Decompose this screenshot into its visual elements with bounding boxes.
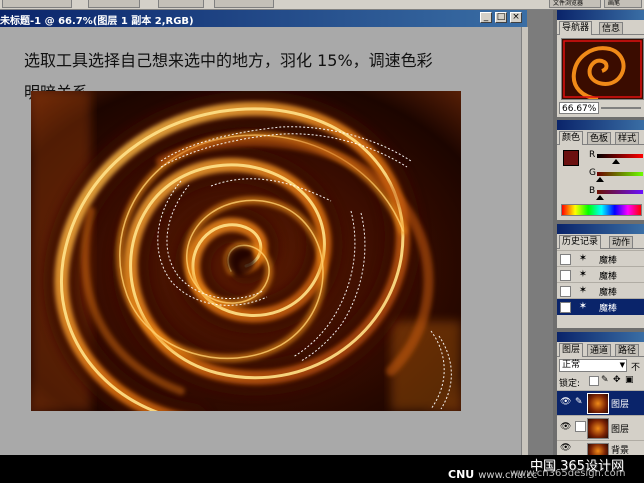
tab-channels[interactable]: 通道 [587,344,612,356]
swirl-artwork [31,91,461,411]
eye-icon[interactable]: 👁 [560,443,571,453]
palette-title-bar[interactable] [557,10,644,20]
maximize-button[interactable]: □ [495,12,507,23]
eye-icon[interactable]: 👁 [560,397,571,407]
navigator-thumbnail[interactable] [561,38,644,100]
magic-wand-icon: ✶ [578,285,588,296]
lock-icon[interactable]: ▣ [625,375,634,385]
layer-thumbnail [587,418,609,439]
document-title-bar[interactable]: 未标题-1 @ 66.7%(图层 1 副本 2,RGB) _ □ × [0,10,527,27]
palette-title-bar[interactable] [557,120,644,130]
magic-wand-icon: ✶ [578,269,588,280]
zoom-slider[interactable] [601,104,641,112]
close-button[interactable]: × [510,12,522,23]
palette-title-bar[interactable] [557,224,644,234]
tab-actions[interactable]: 动作 [609,236,634,248]
layer-name: 背景 [611,446,630,455]
navigator-thumbnail-image [562,39,643,99]
tab-history[interactable]: 历史记录 [559,235,602,249]
tab-swatches[interactable]: 色板 [587,132,612,144]
menu-item[interactable] [88,0,140,8]
menu-bar: 文件浏览器 画笔 [0,0,644,10]
menu-item[interactable] [214,0,274,8]
history-source-checkbox[interactable] [560,286,571,297]
tab-layers[interactable]: 图层 [559,343,584,357]
cnu-logo: CNU [448,468,475,481]
history-item-label: 魔棒 [599,304,618,314]
eye-icon[interactable]: 👁 [560,422,571,432]
canvas-area[interactable]: 选取工具选择自己想来选中的地方，羽化 15%，调速色彩 明暗关系。 [0,27,521,455]
b-slider-knob[interactable] [595,195,604,200]
layer-name: 图层 [611,400,630,410]
history-source-checkbox[interactable] [560,254,571,265]
menu-item[interactable] [2,0,72,8]
palette-dock: 导航器 信息 66.67% 颜色 色板 样式 R G B 历史记录 动作 ✶ 魔… [553,10,644,455]
minimize-button[interactable]: _ [480,12,492,23]
chevron-down-icon: ▼ [619,361,625,369]
history-item-label: 魔棒 [599,288,618,298]
layer-name: 图层 [611,425,630,435]
magic-wand-icon: ✶ [578,253,588,264]
magic-wand-icon: ✶ [578,301,588,312]
caption-line-1: 选取工具选择自己想来选中的地方，羽化 15%，调速色彩 [24,51,433,70]
history-source-checkbox[interactable] [560,302,571,313]
history-source-checkbox[interactable] [560,270,571,281]
lock-transparency-checkbox[interactable] [589,376,599,386]
color-palette: 颜色 色板 样式 R G B [557,120,644,220]
layer-row[interactable]: 👁 图层 [557,415,644,440]
history-item-label: 魔棒 [599,256,618,266]
tab-styles[interactable]: 样式 [615,132,640,144]
brushes-button[interactable]: 画笔 [604,0,642,8]
history-item[interactable]: ✶ 魔棒 [557,282,644,299]
history-palette: 历史记录 动作 ✶ 魔棒 ✶ 魔棒 ✶ 魔棒 ✶ 魔棒 [557,224,644,328]
swirl-image[interactable] [31,91,461,411]
zoom-field[interactable]: 66.67% [559,102,599,114]
r-slider-knob[interactable] [612,159,621,164]
tab-info[interactable]: 信息 [599,22,624,34]
history-item[interactable]: ✶ 魔棒 [557,250,644,267]
label-b: B [589,186,596,196]
layer-row-selected[interactable]: 👁 ✎ 图层 [557,390,644,415]
navigator-palette: 导航器 信息 66.67% [557,10,644,117]
tab-color[interactable]: 颜色 [559,131,584,145]
r-slider[interactable] [597,154,643,158]
blend-mode-select[interactable]: 正常 ▼ [559,359,627,372]
file-browser-button[interactable]: 文件浏览器 [549,0,601,8]
g-slider-knob[interactable] [595,177,604,182]
b-slider[interactable] [597,190,643,194]
history-item-label: 魔棒 [599,272,618,282]
watermark-bar: 中国 365设计网 CNU www.cnu.cc www.cn365design.… [0,455,644,483]
history-item[interactable]: ✶ 魔棒 [557,266,644,283]
menu-item[interactable] [158,0,204,8]
label-r: R [589,150,596,160]
layer-thumbnail [587,393,609,414]
link-checkbox[interactable] [575,421,586,432]
palette-title-bar[interactable] [557,332,644,342]
layer-row[interactable]: 👁 背景 [557,440,644,455]
tab-navigator[interactable]: 导航器 [559,21,593,35]
lock-label: 锁定: [559,379,581,389]
blend-mode-value: 正常 [562,360,581,370]
color-ramp[interactable] [561,204,642,216]
g-slider[interactable] [597,172,643,176]
layer-thumbnail [587,443,609,455]
opacity-label: 不 [631,363,641,373]
vertical-scrollbar[interactable] [521,27,528,455]
brush-icon[interactable]: ✎ [601,375,609,385]
layers-palette: 图层 通道 路径 正常 ▼ 不 锁定: ✎ ✥ ▣ 👁 ✎ 图层 👁 图层 👁 [557,332,644,455]
brush-link-icon: ✎ [575,397,583,407]
move-icon[interactable]: ✥ [613,375,621,385]
document-window: 未标题-1 @ 66.7%(图层 1 副本 2,RGB) _ □ × 选取工具选… [0,10,528,455]
tab-paths[interactable]: 路径 [615,344,640,356]
watermark-url: www.cn365design.com [510,468,626,479]
foreground-color-swatch[interactable] [563,150,579,166]
document-title: 未标题-1 @ 66.7%(图层 1 副本 2,RGB) [0,16,194,27]
history-item-selected[interactable]: ✶ 魔棒 [557,298,644,315]
